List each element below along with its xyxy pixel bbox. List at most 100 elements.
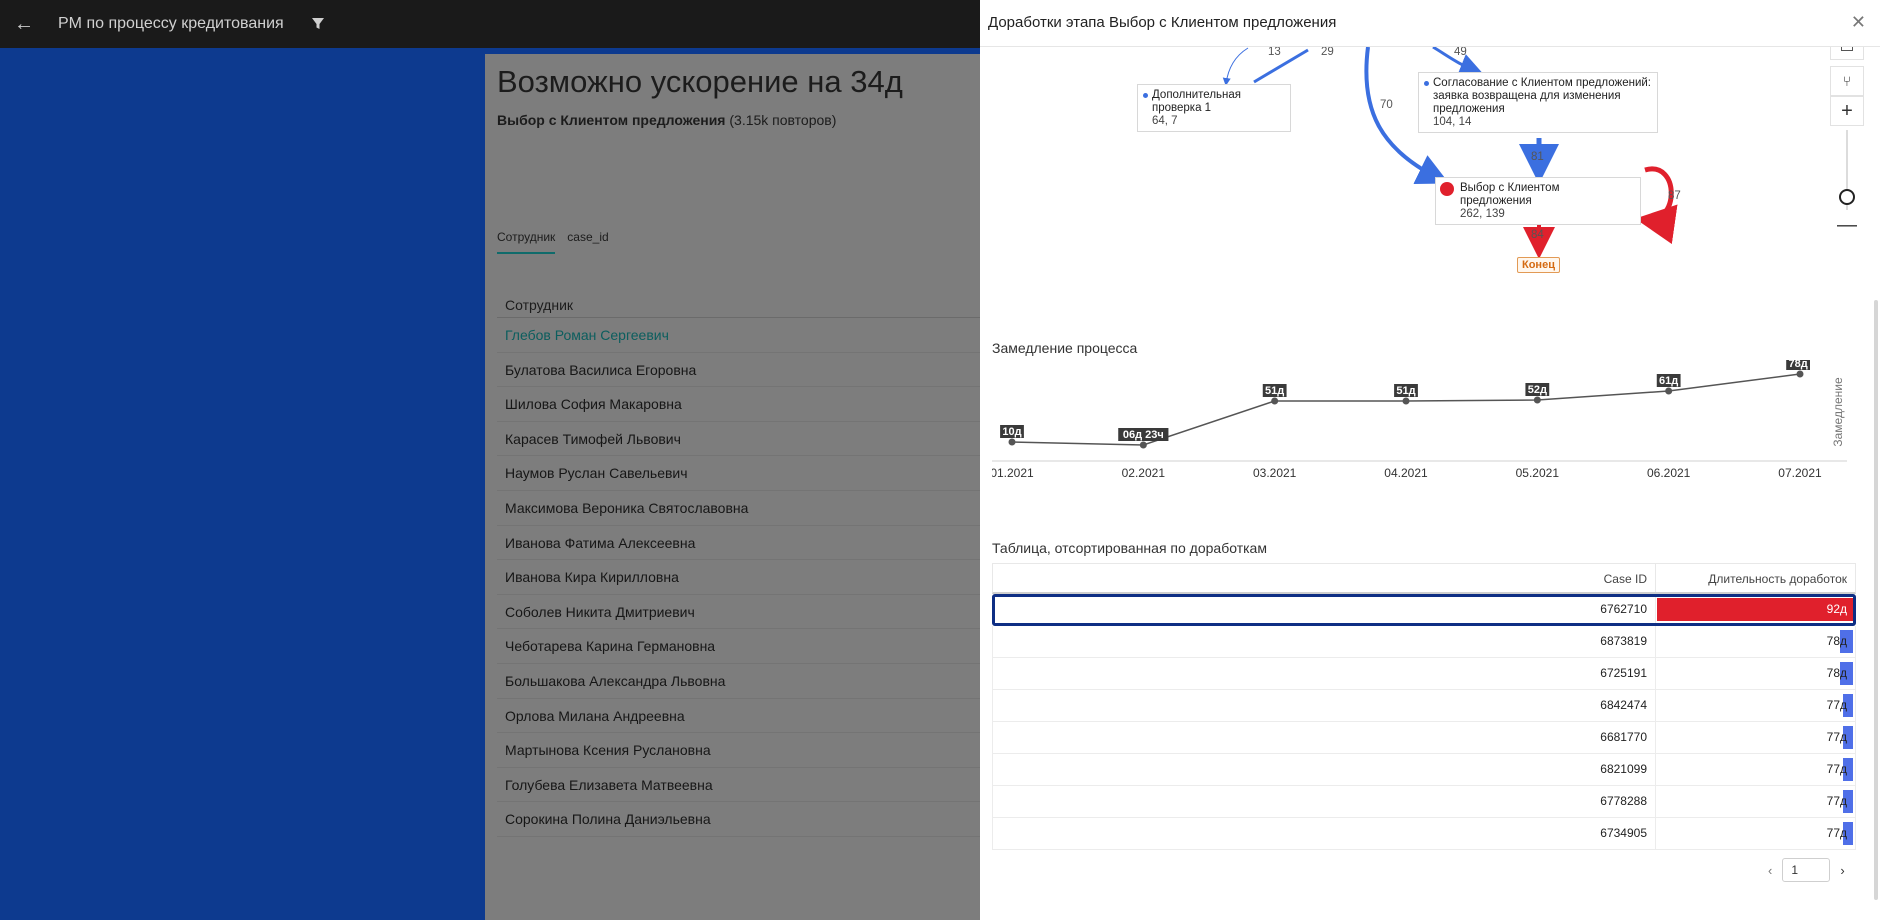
- subtitle-count: (3.15k повторов): [725, 112, 837, 128]
- table-row[interactable]: 6821099 77д: [992, 754, 1856, 786]
- table-row[interactable]: 6873819 78д: [992, 626, 1856, 658]
- table-row[interactable]: Мартынова Ксения Руслановна: [497, 733, 1005, 768]
- table-row[interactable]: 6681770 77д: [992, 722, 1856, 754]
- close-button[interactable]: ✕: [1851, 12, 1866, 33]
- data-point: [1139, 441, 1147, 449]
- node-label: Согласование с Клиентом предложений: зая…: [1433, 77, 1651, 115]
- zoom-in-button[interactable]: +: [1830, 96, 1864, 126]
- data-point: [1008, 438, 1016, 446]
- duration-value: 77д: [1826, 762, 1847, 776]
- page-input[interactable]: 1: [1782, 858, 1831, 882]
- duration-header[interactable]: Длительность доработок: [1656, 564, 1855, 592]
- node-agree[interactable]: Согласование с Клиентом предложений: зая…: [1418, 72, 1658, 133]
- table-row[interactable]: Сорокина Полина Даниэльевна: [497, 802, 1005, 837]
- table-row[interactable]: Чеботарева Карина Германовна: [497, 629, 1005, 664]
- table-row[interactable]: Голубева Елизавета Матвеевна: [497, 768, 1005, 803]
- x-tick-label: 03.2021: [1253, 466, 1297, 480]
- case-id-cell: 6873819: [993, 626, 1656, 657]
- duration-cell: 77д: [1656, 786, 1855, 817]
- edge-label: 87: [1668, 190, 1681, 202]
- back-button[interactable]: ←: [0, 0, 48, 48]
- tab-case-id[interactable]: case_id: [567, 230, 608, 254]
- duration-cell: 77д: [1656, 690, 1855, 721]
- case-id-header[interactable]: Case ID: [993, 564, 1656, 592]
- tab-employee[interactable]: Сотрудник: [497, 230, 556, 254]
- filter-icon: [311, 18, 324, 29]
- x-tick-label: 05.2021: [1516, 466, 1560, 480]
- node-end[interactable]: Конец: [1517, 257, 1560, 273]
- table-row[interactable]: 6762710 92д: [992, 594, 1856, 626]
- table-row[interactable]: Большакова Александра Львовна: [497, 664, 1005, 699]
- edge-label: 49: [1454, 46, 1467, 58]
- duration-value: 78д: [1826, 634, 1847, 648]
- drawer-header: Доработки этапа Выбор с Клиентом предлож…: [980, 0, 1880, 47]
- case-id-cell: 6681770: [993, 722, 1656, 753]
- data-point: [1402, 397, 1410, 405]
- table-body: 6762710 92д 6873819 78д 6725191 78д 6842474 77д…: [992, 594, 1856, 850]
- drawer-title: Доработки этапа Выбор с Клиентом предлож…: [988, 14, 1337, 31]
- data-point: [1665, 387, 1673, 395]
- table-row[interactable]: 6734905 77д: [992, 818, 1856, 850]
- subtitle-stage: Выбор с Клиентом предложения: [497, 112, 726, 128]
- edge-label: 70: [1380, 99, 1393, 111]
- prev-page-icon[interactable]: ‹: [1768, 863, 1772, 878]
- edge-29: [1253, 48, 1309, 84]
- duration-value: 77д: [1826, 730, 1847, 744]
- employee-table: Сотрудник Глебов Роман Сергеевич Булатов…: [497, 268, 1005, 837]
- case-id-cell: 6762710: [993, 594, 1656, 625]
- case-id-cell: 6734905: [993, 818, 1656, 849]
- close-icon: ✕: [1850, 12, 1866, 32]
- table-row[interactable]: Наумов Руслан Савельевич: [497, 456, 1005, 491]
- x-tick-label: 06.2021: [1647, 466, 1691, 480]
- table-row[interactable]: Иванова Кира Кирилловна: [497, 560, 1005, 595]
- data-label: 61д: [1659, 375, 1678, 387]
- duration-cell: 92д: [1656, 594, 1855, 625]
- data-label: 06д 23ч: [1123, 429, 1164, 441]
- edge-13: [1222, 47, 1249, 86]
- x-tick-label: 07.2021: [1778, 466, 1822, 480]
- case-id-cell: 6725191: [993, 658, 1656, 689]
- node-extra-check[interactable]: Дополнительная проверка 1 64, 7: [1137, 84, 1291, 132]
- node-stat: 262, 139: [1460, 208, 1505, 220]
- duration-value: 77д: [1826, 698, 1847, 712]
- branch-icon: ⑂: [1842, 73, 1852, 89]
- app-root: ← PM по процессу кредитования Возможно у…: [0, 0, 1880, 920]
- node-dot: [1440, 182, 1454, 196]
- table-row[interactable]: Шилова София Макаровна: [497, 387, 1005, 422]
- table-row[interactable]: Карасев Тимофей Львович: [497, 422, 1005, 457]
- case-id-cell: 6821099: [993, 754, 1656, 785]
- table-row[interactable]: 6725191 78д: [992, 658, 1856, 690]
- zoom-slider-knob[interactable]: [1839, 189, 1855, 205]
- zoom-out-button[interactable]: —: [1830, 210, 1864, 240]
- node-label: Дополнительная проверка 1: [1152, 89, 1241, 114]
- slowdown-title: Замедление процесса: [992, 340, 1138, 356]
- table-row[interactable]: Глебов Роман Сергеевич: [497, 318, 1005, 353]
- node-choice[interactable]: Выбор с Клиентом предложения 262, 139: [1435, 177, 1641, 225]
- filter-button[interactable]: [308, 14, 328, 34]
- data-point: [1796, 370, 1804, 378]
- rework-drawer: Доработки этапа Выбор с Клиентом предлож…: [980, 0, 1880, 920]
- page-subtitle: Выбор с Клиентом предложения (3.15k повт…: [497, 112, 836, 128]
- next-page-icon[interactable]: ›: [1840, 863, 1844, 878]
- drawer-scrollbar[interactable]: [1874, 300, 1878, 900]
- table-row[interactable]: 6778288 77д: [992, 786, 1856, 818]
- employee-column-header[interactable]: Сотрудник: [497, 268, 1005, 318]
- table-row[interactable]: 6842474 77д: [992, 690, 1856, 722]
- table-row[interactable]: Булатова Василиса Егоровна: [497, 353, 1005, 388]
- map-zoom-controls: ⑂ + —: [1830, 30, 1864, 240]
- rework-table: Case ID Длительность доработок 6762710 92…: [992, 563, 1856, 850]
- data-point: [1533, 396, 1541, 404]
- branch-button[interactable]: ⑂: [1830, 66, 1864, 96]
- table-row[interactable]: Максимова Вероника Святославовна: [497, 491, 1005, 526]
- zoom-out-icon: —: [1837, 213, 1857, 236]
- duration-value: 77д: [1826, 826, 1847, 840]
- table-row[interactable]: Соболев Никита Дмитриевич: [497, 595, 1005, 630]
- data-label: 52д: [1528, 384, 1547, 396]
- y-axis-label: Замедление: [1831, 377, 1845, 447]
- background-panel: Возможно ускорение на 34д Выбор с Клиент…: [485, 54, 1005, 920]
- case-id-cell: 6778288: [993, 786, 1656, 817]
- app-title: PM по процессу кредитования: [58, 15, 284, 32]
- data-point: [1271, 397, 1279, 405]
- table-row[interactable]: Иванова Фатима Алексеевна: [497, 526, 1005, 561]
- table-row[interactable]: Орлова Милана Андреевна: [497, 699, 1005, 734]
